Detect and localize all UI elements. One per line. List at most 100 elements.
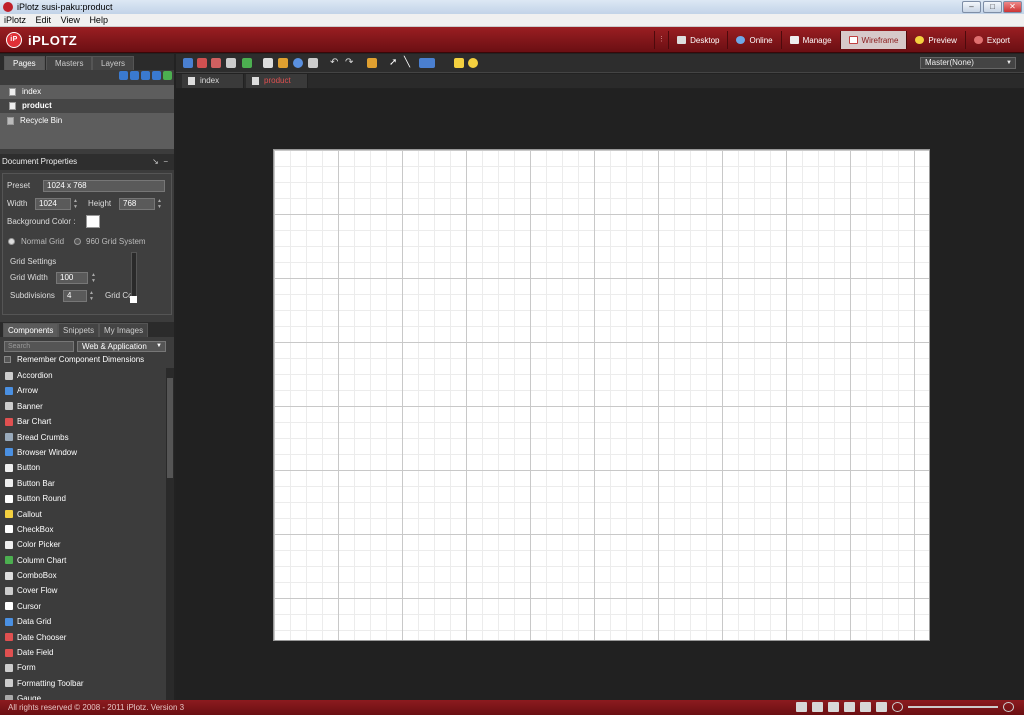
line-tool-icon[interactable]: ╲ — [404, 58, 414, 68]
grid-color-swatch[interactable] — [130, 296, 137, 303]
tab-snippets[interactable]: Snippets — [58, 323, 100, 337]
master-select[interactable]: Master(None) ▼ — [920, 57, 1016, 69]
note-icon[interactable] — [454, 58, 464, 68]
component-item[interactable]: Accordion — [0, 368, 166, 383]
mode-online[interactable]: Online — [727, 31, 780, 49]
background-color-swatch[interactable] — [86, 215, 100, 228]
height-stepper[interactable]: ▲ ▼ — [157, 198, 163, 210]
component-item[interactable]: ComboBox — [0, 568, 166, 583]
width-stepper[interactable]: ▲ ▼ — [73, 198, 79, 210]
pencil-icon[interactable] — [796, 702, 807, 712]
outdent-icon[interactable] — [152, 71, 161, 80]
mode-export[interactable]: Export — [964, 31, 1018, 49]
component-item[interactable]: Column Chart — [0, 553, 166, 568]
mode-manage[interactable]: Manage — [780, 31, 840, 49]
screen-icon[interactable] — [844, 702, 855, 712]
zoom-out-icon[interactable] — [892, 702, 903, 712]
zoom-in-icon[interactable] — [1003, 702, 1014, 712]
shape-tool-icon[interactable] — [419, 58, 435, 68]
remember-dimensions-checkbox[interactable]: Remember Component Dimensions — [4, 355, 144, 364]
component-item[interactable]: Form — [0, 660, 166, 675]
doc-tab-index[interactable]: index — [182, 74, 244, 88]
menu-view[interactable]: View — [61, 14, 80, 27]
component-item[interactable]: Cursor — [0, 599, 166, 614]
grid-width-field[interactable]: 100 — [56, 272, 88, 284]
indent-icon[interactable] — [141, 71, 150, 80]
doc-tab-product[interactable]: product — [246, 74, 308, 88]
tab-my-images[interactable]: My Images — [99, 323, 149, 337]
menu-help[interactable]: Help — [89, 14, 108, 27]
properties-scrollbar[interactable] — [131, 252, 137, 300]
minimize-button[interactable]: – — [962, 1, 981, 13]
subdivisions-field[interactable]: 4 — [63, 290, 87, 302]
save-icon[interactable] — [183, 58, 193, 68]
component-item[interactable]: Callout — [0, 507, 166, 522]
zoom-slider[interactable] — [908, 706, 998, 708]
height-field[interactable]: 768 — [119, 198, 155, 210]
snap-icon[interactable] — [293, 58, 303, 68]
undo-icon[interactable]: ↶ — [330, 58, 340, 68]
subdivisions-stepper[interactable]: ▲ ▼ — [89, 290, 95, 302]
maximize-button[interactable]: □ — [983, 1, 1002, 13]
menu-edit[interactable]: Edit — [36, 14, 52, 27]
print-icon[interactable] — [226, 58, 236, 68]
component-item[interactable]: Date Field — [0, 645, 166, 660]
tab-components[interactable]: Components — [3, 323, 59, 337]
wireframe-canvas[interactable] — [273, 149, 930, 641]
move-up-icon[interactable] — [119, 71, 128, 80]
component-item[interactable]: Button Bar — [0, 476, 166, 491]
collapse-icon[interactable]: ↘ − — [152, 154, 168, 170]
folder-icon[interactable] — [812, 702, 823, 712]
info-icon[interactable] — [468, 58, 478, 68]
paste-icon[interactable] — [367, 58, 377, 68]
component-item[interactable]: Bread Crumbs — [0, 430, 166, 445]
preset-select[interactable]: 1024 x 768 — [43, 180, 165, 192]
scrollbar-thumb[interactable] — [167, 378, 173, 478]
component-item[interactable]: Button — [0, 460, 166, 475]
grip-icon: ⋮ — [654, 31, 668, 49]
normal-grid-radio[interactable] — [8, 238, 15, 245]
grid-toggle-icon[interactable] — [263, 58, 273, 68]
component-item[interactable]: Formatting Toolbar — [0, 676, 166, 691]
component-item[interactable]: Bar Chart — [0, 414, 166, 429]
component-category-select[interactable]: Web & Application ▼ — [77, 341, 166, 352]
component-item[interactable]: Cover Flow — [0, 583, 166, 598]
ruler-icon[interactable] — [278, 58, 288, 68]
tab-pages[interactable]: Pages — [4, 56, 45, 70]
move-down-icon[interactable] — [130, 71, 139, 80]
component-item[interactable]: Data Grid — [0, 614, 166, 629]
component-item[interactable]: Arrow — [0, 383, 166, 398]
mode-desktop[interactable]: Desktop — [668, 31, 727, 49]
windows-icon[interactable] — [828, 702, 839, 712]
component-item[interactable]: Color Picker — [0, 537, 166, 552]
component-search-input[interactable]: Search — [4, 341, 74, 352]
fit-icon[interactable] — [308, 58, 318, 68]
page-item-index[interactable]: index — [0, 85, 174, 99]
mode-preview[interactable]: Preview — [906, 31, 964, 49]
publish-icon[interactable] — [211, 58, 221, 68]
redo-icon[interactable]: ↷ — [345, 58, 355, 68]
component-item[interactable]: Banner — [0, 399, 166, 414]
mode-wireframe[interactable]: Wireframe — [839, 31, 907, 49]
page-item-recycle-bin[interactable]: Recycle Bin — [0, 114, 174, 128]
close-button[interactable]: ✕ — [1003, 1, 1022, 13]
width-field[interactable]: 1024 — [35, 198, 71, 210]
grid-width-stepper[interactable]: ▲ ▼ — [91, 272, 97, 284]
tab-layers[interactable]: Layers — [92, 56, 135, 70]
save-as-icon[interactable] — [197, 58, 207, 68]
component-item[interactable]: Gauge — [0, 691, 166, 700]
component-item[interactable]: Date Chooser — [0, 630, 166, 645]
select-tool-icon[interactable]: ➚ — [389, 58, 399, 68]
component-icon[interactable] — [242, 58, 252, 68]
zoom-fit-icon[interactable] — [860, 702, 871, 712]
zoom-actual-icon[interactable] — [876, 702, 887, 712]
tab-masters[interactable]: Masters — [46, 56, 93, 70]
component-item[interactable]: CheckBox — [0, 522, 166, 537]
component-item[interactable]: Button Round — [0, 491, 166, 506]
component-list-scrollbar[interactable] — [166, 368, 174, 700]
page-item-product[interactable]: product — [0, 99, 174, 113]
add-page-icon[interactable] — [163, 71, 172, 80]
menu-iplotz[interactable]: iPlotz — [4, 14, 26, 27]
component-item[interactable]: Browser Window — [0, 445, 166, 460]
grid-960-radio[interactable] — [74, 238, 81, 245]
